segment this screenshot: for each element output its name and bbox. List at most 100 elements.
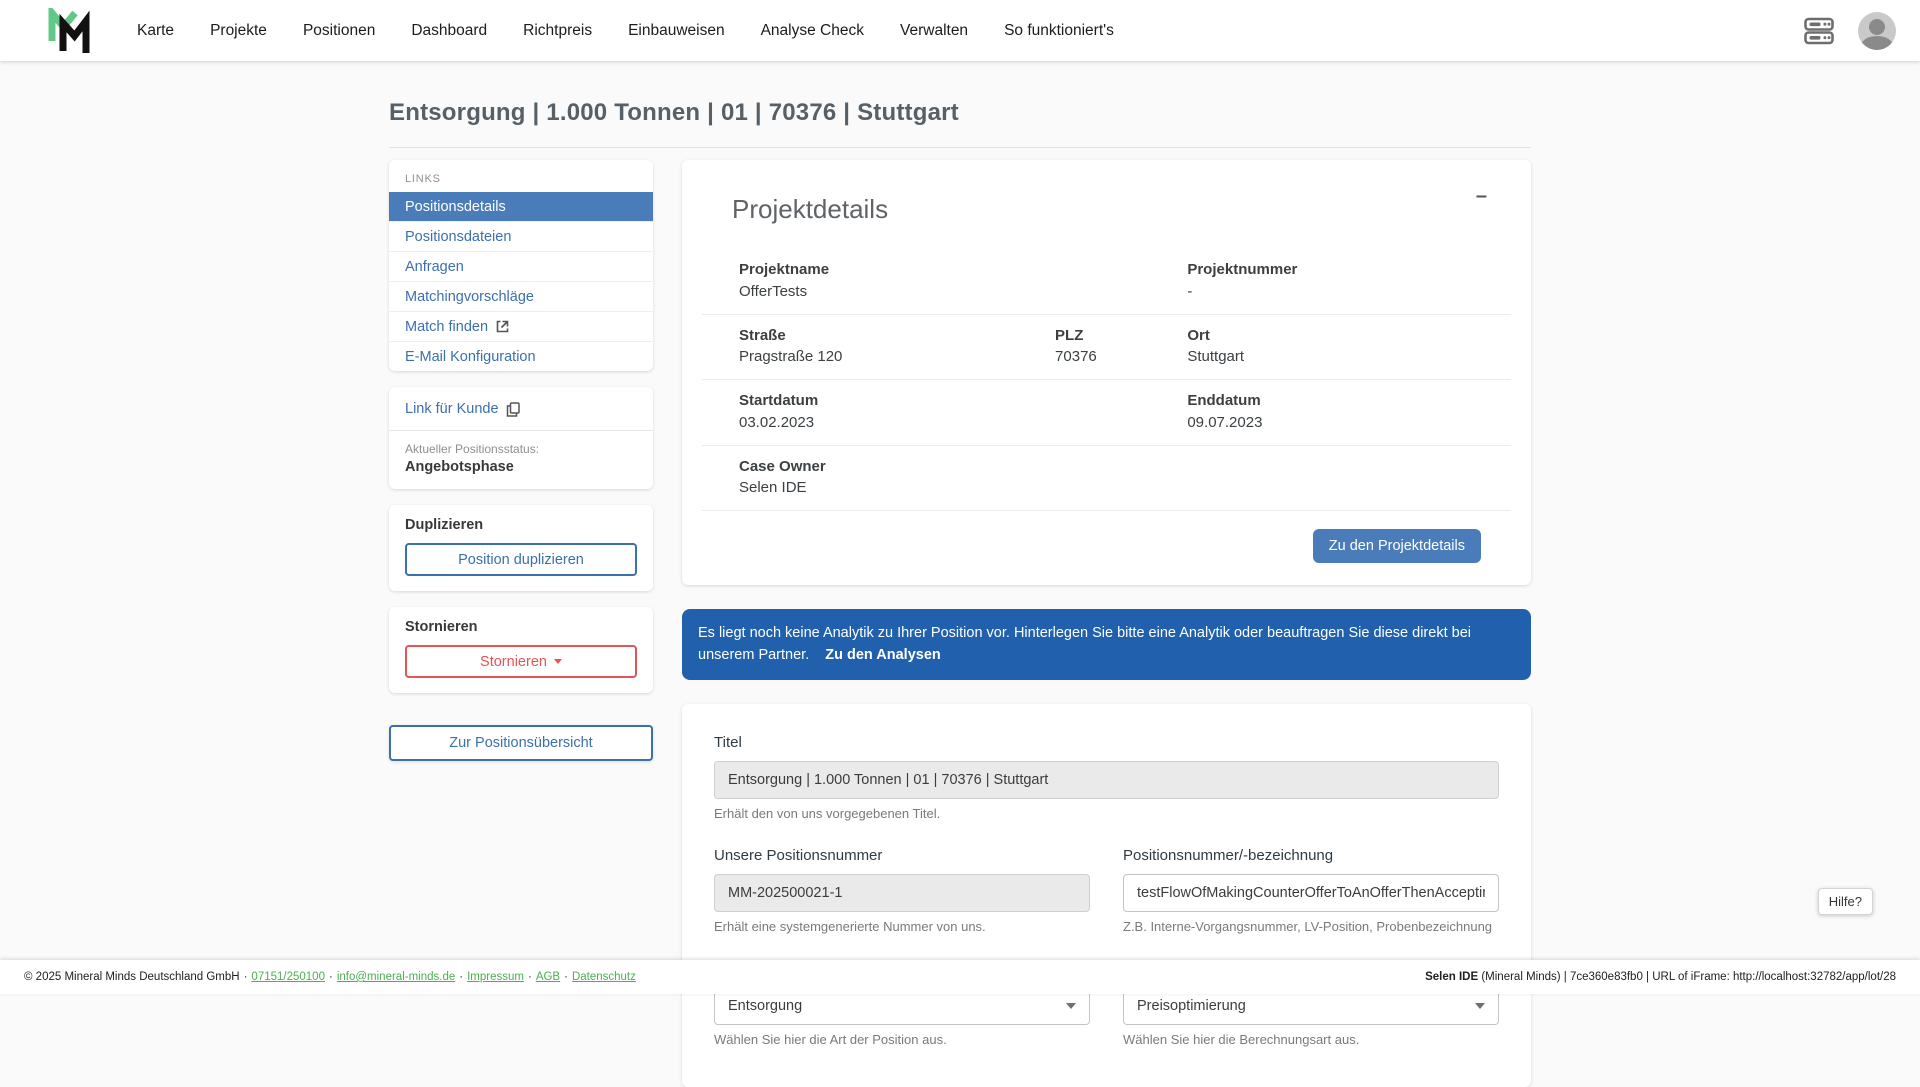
project-field-table: Projektname OfferTests Projektnummer - S… xyxy=(702,249,1511,511)
footer-left: © 2025 Mineral Minds Deutschland GmbH · … xyxy=(24,971,636,983)
field-label: Projektname xyxy=(739,261,830,278)
status-divider xyxy=(389,430,653,431)
titel-helper: Erhält den von uns vorgegebenen Titel. xyxy=(714,805,941,821)
project-details-card: Projektdetails – Projektname OfferTests … xyxy=(682,160,1531,585)
cancel-position-button[interactable]: Stornieren xyxy=(405,645,637,678)
table-row: Projektname OfferTests Projektnummer - xyxy=(702,249,1511,315)
nav-item-so-funktionierts[interactable]: So funktioniert's xyxy=(1004,22,1114,40)
chevron-down-icon xyxy=(1475,1002,1485,1009)
table-row: Startdatum 03.02.2023 Enddatum 09.07.202… xyxy=(702,380,1511,446)
sidebar-item-email-konfiguration[interactable]: E-Mail Konfiguration xyxy=(389,341,653,371)
nav-item-richtpreis[interactable]: Richtpreis xyxy=(523,22,592,40)
external-link-icon xyxy=(496,320,509,333)
banner-text: Es liegt noch keine Analytik zu Ihrer Po… xyxy=(698,625,1471,664)
device-list-button[interactable] xyxy=(1804,17,1834,45)
go-to-project-details-button[interactable]: Zu den Projektdetails xyxy=(1312,529,1481,563)
nav-item-positionen[interactable]: Positionen xyxy=(303,22,375,40)
chevron-down-icon xyxy=(1066,1002,1076,1009)
field-value: 70376 xyxy=(1055,348,1097,366)
sidebar-item-positionsdetails[interactable]: Positionsdetails xyxy=(389,192,653,221)
field-value: - xyxy=(1187,282,1193,300)
help-button[interactable]: Hilfe? xyxy=(1817,888,1873,915)
sidebar-item-anfragen[interactable]: Anfragen xyxy=(389,251,653,281)
field-value: Stuttgart xyxy=(1187,348,1245,366)
main-content: Projektdetails – Projektname OfferTests … xyxy=(682,160,1531,1087)
copy-icon xyxy=(506,401,520,417)
go-to-analyses-link[interactable]: Zu den Analysen xyxy=(825,647,940,663)
footer-datenschutz-link[interactable]: Datenschutz xyxy=(572,971,636,983)
table-row: Case Owner Selen IDE xyxy=(702,446,1511,511)
customer-link[interactable]: Link für Kunde xyxy=(405,401,520,417)
caret-down-icon xyxy=(553,659,562,664)
page-title: Entsorgung | 1.000 Tonnen | 01 | 70376 |… xyxy=(389,99,959,126)
app-logo[interactable] xyxy=(45,7,93,54)
logo-icon xyxy=(48,7,90,53)
duplicate-card: Duplizieren Position duplizieren xyxy=(389,505,653,591)
footer-agb-link[interactable]: AGB xyxy=(536,971,560,983)
field-label: Startdatum xyxy=(739,392,819,409)
nav-item-karte[interactable]: Karte xyxy=(137,22,174,40)
status-caption: Aktueller Positionsstatus: xyxy=(405,442,540,456)
typ-helper: Wählen Sie hier die Art der Position aus… xyxy=(714,1031,947,1047)
position-number-label: Positionsnummer/-bezeichnung xyxy=(1123,846,1334,864)
main-menu: Karte Projekte Positionen Dashboard Rich… xyxy=(137,22,1114,40)
field-label: Straße xyxy=(739,326,786,344)
footer-email-link[interactable]: info@mineral-minds.de xyxy=(337,971,455,983)
footer-copyright: © 2025 Mineral Minds Deutschland GmbH xyxy=(24,971,240,983)
nav-item-dashboard[interactable]: Dashboard xyxy=(411,22,487,40)
footer-user-details: (Mineral Minds) | 7ce360e83fb0 | URL of … xyxy=(1478,971,1896,983)
table-row: Straße Pragstraße 120 PLZ 70376 Ort Stut… xyxy=(702,315,1511,380)
field-label: Projektnummer xyxy=(1187,261,1298,278)
footer-impressum-link[interactable]: Impressum xyxy=(467,971,524,983)
project-details-heading: Projektdetails xyxy=(732,194,889,224)
our-number-helper: Erhält eine systemgenerierte Nummer von … xyxy=(714,918,986,934)
our-number-label: Unsere Positionsnummer xyxy=(714,846,883,864)
position-overview-button[interactable]: Zur Positionsübersicht xyxy=(389,725,653,761)
field-value: 03.02.2023 xyxy=(739,413,815,431)
our-number-input xyxy=(714,873,1090,912)
field-value: Selen IDE xyxy=(739,479,807,497)
customer-link-card: Link für Kunde Aktueller Positionsstatus… xyxy=(389,387,653,489)
field-label: Ort xyxy=(1187,326,1210,344)
berechnungsart-helper: Wählen Sie hier die Berechnungsart aus. xyxy=(1123,1031,1360,1047)
server-icon xyxy=(1804,17,1834,44)
status-value: Angebotsphase xyxy=(405,459,514,475)
field-value: OfferTests xyxy=(739,282,808,300)
footer: © 2025 Mineral Minds Deutschland GmbH · … xyxy=(0,960,1920,994)
sidebar: LINKS Positionsdetails Positionsdateien … xyxy=(389,160,653,761)
user-avatar-button[interactable] xyxy=(1858,11,1896,50)
footer-phone-link[interactable]: 07151/250100 xyxy=(251,971,325,983)
nav-item-verwalten[interactable]: Verwalten xyxy=(900,22,968,40)
titel-label: Titel xyxy=(714,733,742,751)
sidebar-item-matchingvorschlaege[interactable]: Matchingvorschläge xyxy=(389,281,653,311)
title-divider xyxy=(389,147,1531,148)
links-caption: LINKS xyxy=(405,173,441,185)
collapse-icon[interactable]: – xyxy=(1476,186,1487,206)
position-number-input[interactable] xyxy=(1123,873,1499,912)
nav-item-projekte[interactable]: Projekte xyxy=(210,22,267,40)
field-label: PLZ xyxy=(1055,326,1084,344)
our-number-group: Unsere Positionsnummer Erhält eine syste… xyxy=(714,847,1090,934)
field-label: Case Owner xyxy=(739,457,826,475)
position-number-helper: Z.B. Interne-Vorgangsnummer, LV-Position… xyxy=(1123,918,1493,934)
sidebar-item-match-finden[interactable]: Match finden xyxy=(389,311,653,341)
nav-item-einbauweisen[interactable]: Einbauweisen xyxy=(628,22,725,40)
avatar-person-icon xyxy=(1869,18,1885,35)
links-card: LINKS Positionsdetails Positionsdateien … xyxy=(389,160,653,371)
top-nav: Karte Projekte Positionen Dashboard Rich… xyxy=(0,0,1920,61)
footer-session-info: Selen IDE (Mineral Minds) | 7ce360e83fb0… xyxy=(1425,971,1896,983)
nav-item-analyse-check[interactable]: Analyse Check xyxy=(761,22,864,40)
footer-user-name: Selen IDE xyxy=(1425,971,1479,983)
field-label: Enddatum xyxy=(1187,392,1261,409)
analytics-info-banner: Es liegt noch keine Analytik zu Ihrer Po… xyxy=(682,609,1531,680)
duplicate-heading: Duplizieren xyxy=(405,517,484,533)
position-form-card: Titel Erhält den von uns vorgegebenen Ti… xyxy=(682,703,1531,1087)
cancel-heading: Stornieren xyxy=(405,619,478,635)
position-number-group: Positionsnummer/-bezeichnung Z.B. Intern… xyxy=(1123,847,1499,934)
sidebar-item-positionsdateien[interactable]: Positionsdateien xyxy=(389,221,653,251)
field-value: Pragstraße 120 xyxy=(739,348,843,366)
cancel-card: Stornieren Stornieren xyxy=(389,607,653,693)
titel-group: Titel Erhält den von uns vorgegebenen Ti… xyxy=(714,734,1499,821)
duplicate-position-button[interactable]: Position duplizieren xyxy=(405,543,637,576)
titel-input xyxy=(714,760,1499,799)
